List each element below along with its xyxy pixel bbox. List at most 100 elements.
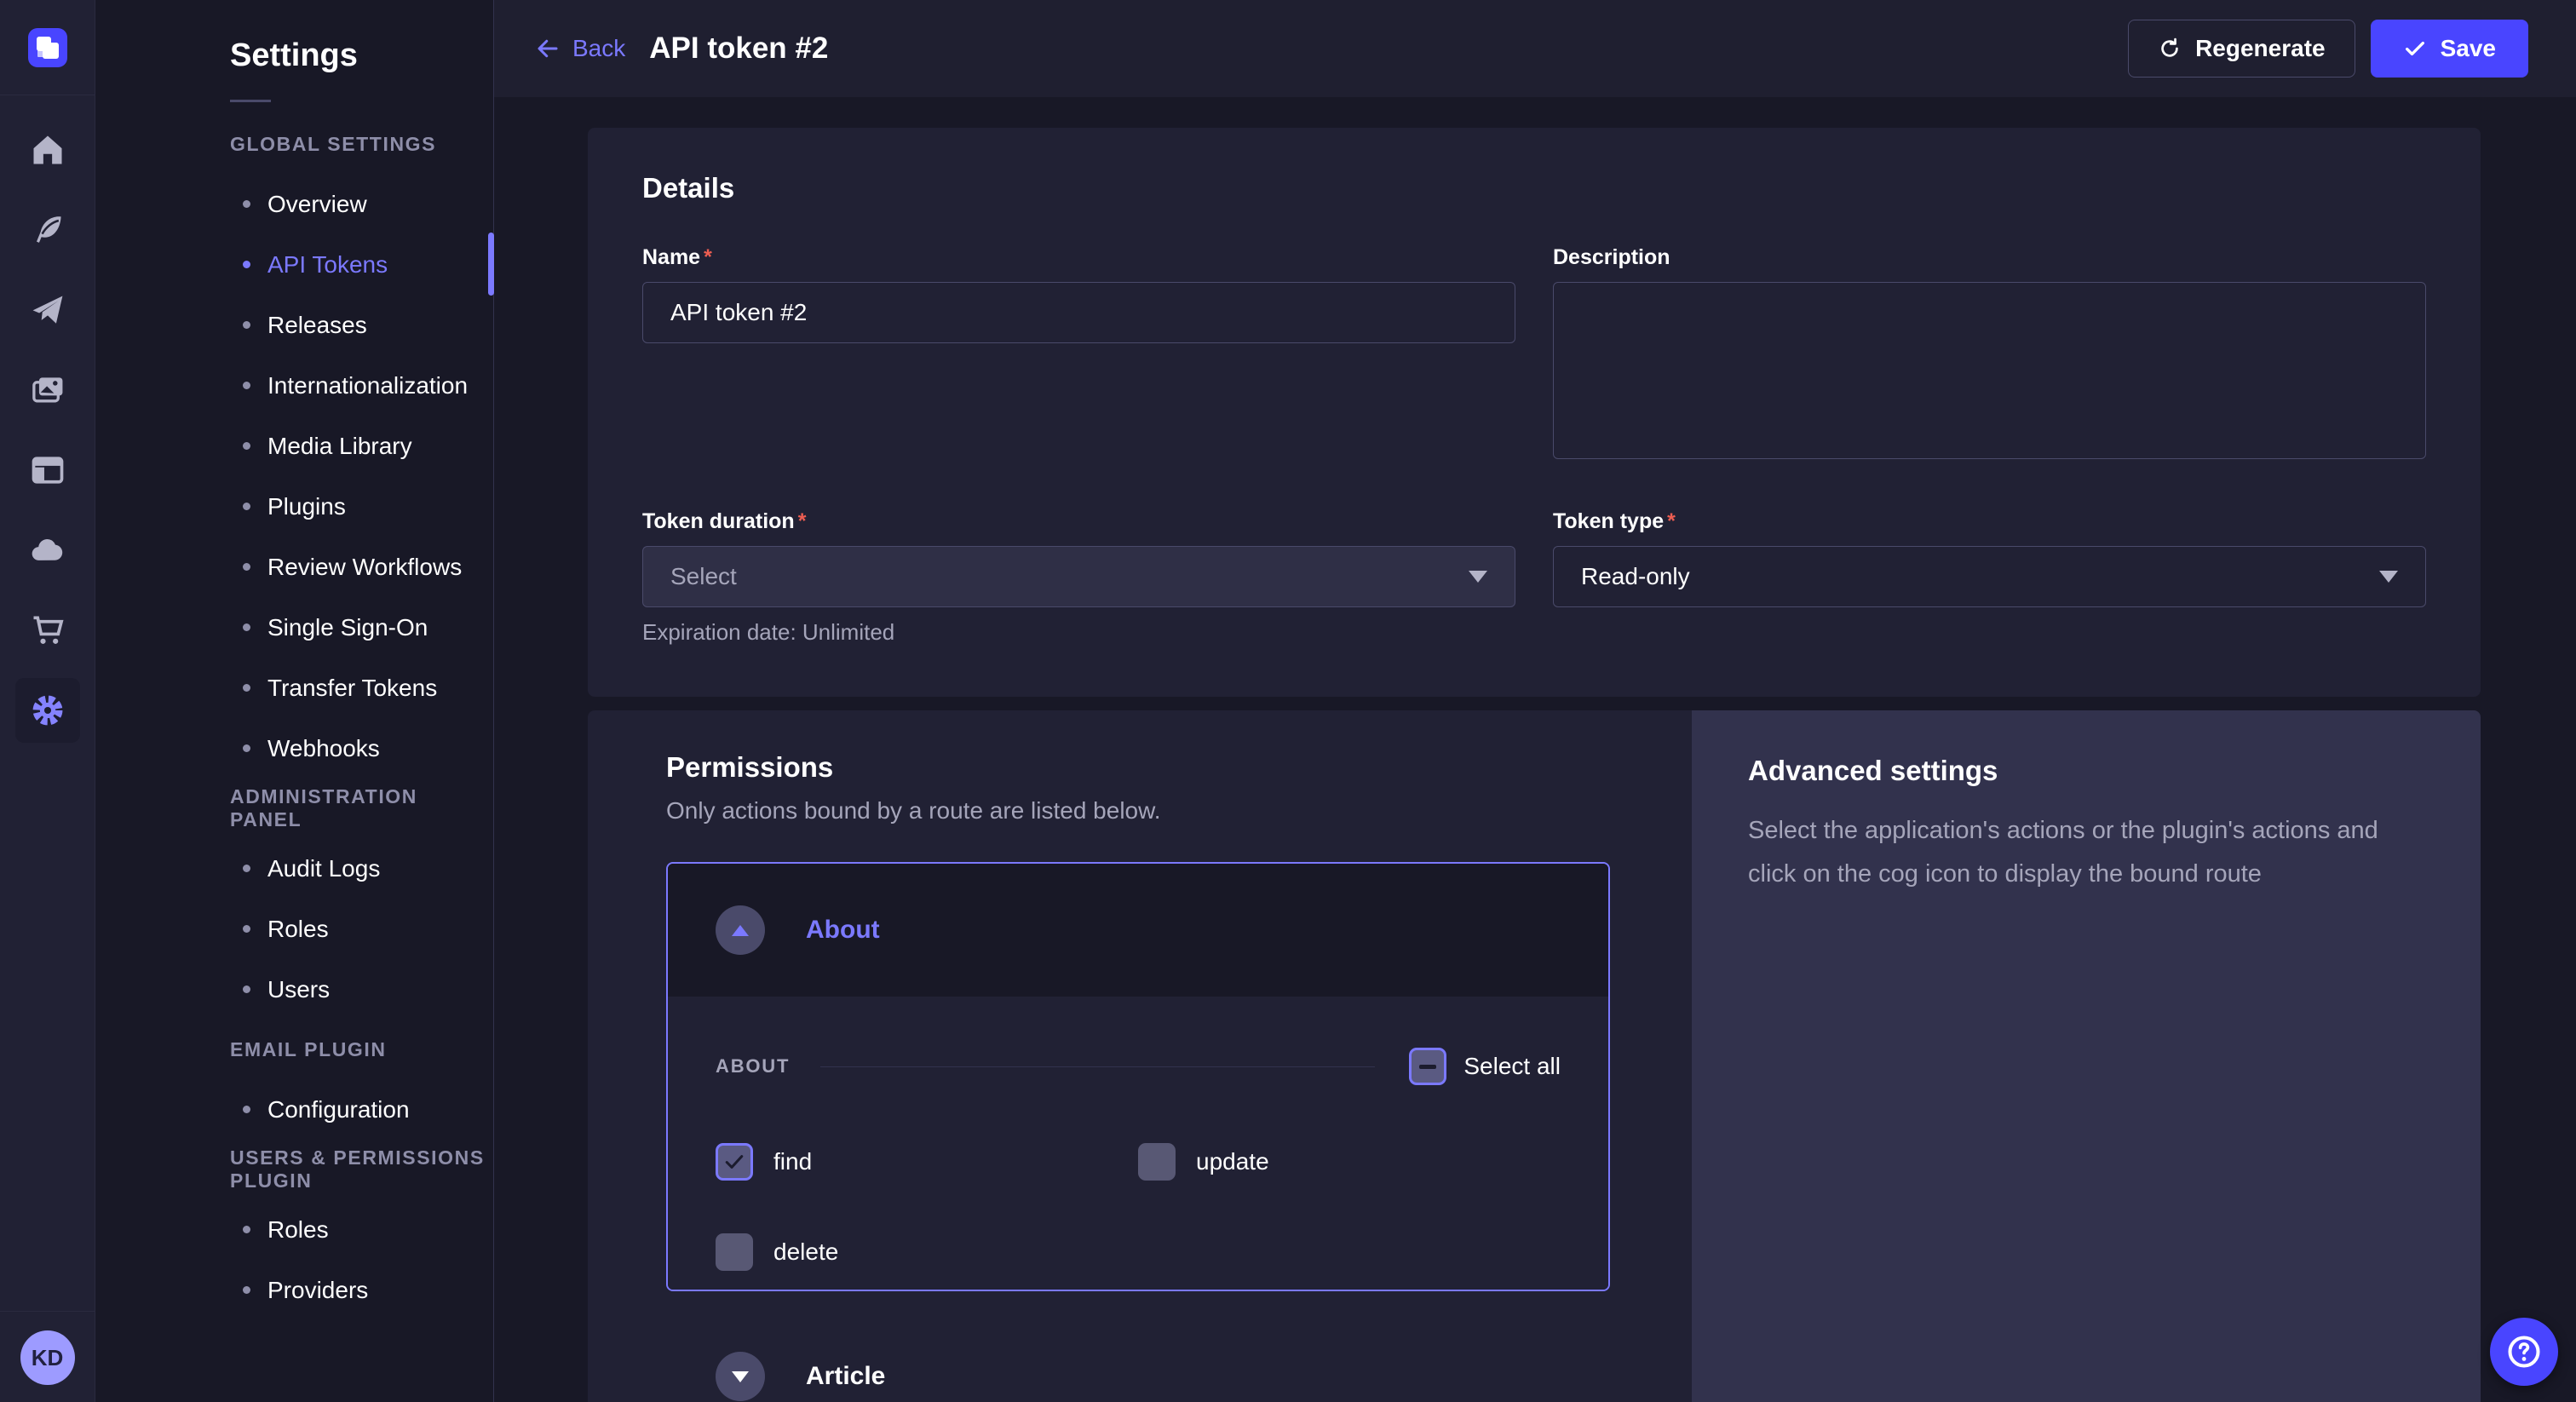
required-asterisk: *	[798, 509, 807, 534]
find-checkbox[interactable]	[716, 1143, 753, 1181]
cloud-icon[interactable]	[27, 530, 68, 571]
sidebar-item-releases[interactable]: Releases	[95, 295, 493, 355]
delete-checkbox[interactable]	[716, 1233, 753, 1271]
details-heading: Details	[642, 172, 2426, 204]
sidebar-item-review-workflows[interactable]: Review Workflows	[95, 537, 493, 597]
save-button[interactable]: Save	[2371, 20, 2528, 78]
details-card: Details Name* Description	[588, 128, 2481, 697]
settings-gear-icon[interactable]	[15, 678, 80, 743]
bullet-icon	[243, 985, 250, 993]
nav-section-email-plugin: EMAIL PLUGIN Configuration	[95, 1020, 493, 1140]
sidebar-item-overview[interactable]: Overview	[95, 174, 493, 234]
subnav-title: Settings	[95, 37, 493, 74]
bullet-icon	[243, 261, 250, 268]
content-type-builder-layout-icon[interactable]	[27, 450, 68, 491]
main-area: Back API token #2 Regenerate Save Detail…	[494, 0, 2576, 1402]
token-duration-field: Token duration* Select Expiration date: …	[642, 509, 1515, 646]
deploy-paper-plane-icon[interactable]	[27, 290, 68, 330]
update-checkbox[interactable]	[1138, 1143, 1176, 1181]
advanced-settings-description: Select the application's actions or the …	[1748, 809, 2421, 896]
bullet-icon	[243, 321, 250, 329]
sidebar-item-webhooks[interactable]: Webhooks	[95, 718, 493, 779]
bullet-icon	[243, 684, 250, 692]
bullet-icon	[243, 744, 250, 752]
accordion-about-header[interactable]: About	[668, 864, 1608, 997]
sidebar-item-up-roles[interactable]: Roles	[95, 1199, 493, 1260]
description-label: Description	[1553, 245, 2426, 270]
media-library-icon[interactable]	[27, 370, 68, 411]
token-type-field: Token type* Read-only	[1553, 509, 2426, 646]
chevron-down-icon	[1469, 571, 1487, 583]
description-textarea[interactable]	[1553, 282, 2426, 459]
accordion-about-body: ABOUT Select all	[668, 997, 1608, 1290]
select-all-control[interactable]: Select all	[1409, 1048, 1561, 1085]
nav-section-label: USERS & PERMISSIONS PLUGIN	[95, 1140, 493, 1199]
strapi-logo-icon	[28, 28, 67, 67]
help-button[interactable]	[2490, 1318, 2558, 1386]
back-link[interactable]: Back	[535, 35, 625, 62]
sidebar-item-admin-users[interactable]: Users	[95, 959, 493, 1020]
permissions-heading: Permissions	[666, 751, 1610, 784]
bullet-icon	[243, 442, 250, 450]
sidebar-item-media-library[interactable]: Media Library	[95, 416, 493, 476]
advanced-settings-heading: Advanced settings	[1748, 755, 2421, 787]
rail-user-section: KD	[0, 1311, 95, 1402]
check-icon	[2403, 37, 2427, 60]
question-mark-icon	[2505, 1333, 2543, 1370]
name-input[interactable]	[642, 282, 1515, 343]
back-arrow-icon	[535, 36, 561, 61]
expand-toggle-button[interactable]	[716, 1352, 765, 1401]
advanced-settings-panel: Advanced settings Select the application…	[1692, 710, 2481, 1402]
chevron-up-icon	[732, 925, 749, 936]
marketplace-cart-icon[interactable]	[27, 610, 68, 651]
sidebar-item-admin-roles[interactable]: Roles	[95, 899, 493, 959]
name-label: Name*	[642, 245, 1515, 270]
nav-section-label: GLOBAL SETTINGS	[95, 114, 493, 174]
page-title: API token #2	[649, 32, 828, 66]
sidebar-item-email-configuration[interactable]: Configuration	[95, 1079, 493, 1140]
permissions-subtitle: Only actions bound by a route are listed…	[666, 797, 1610, 825]
nav-section-users-permissions-plugin: USERS & PERMISSIONS PLUGIN Roles Provide…	[95, 1140, 493, 1320]
accordion-article-header[interactable]: Article	[666, 1336, 1610, 1402]
accordion-about: About ABOUT Select all	[666, 862, 1610, 1291]
permission-actions-grid: find update delete	[716, 1143, 1561, 1271]
chevron-down-icon	[732, 1371, 749, 1382]
indeterminate-dash-icon	[1419, 1065, 1436, 1069]
subnav-divider	[230, 100, 271, 102]
home-icon[interactable]	[27, 129, 68, 170]
bullet-icon	[243, 382, 250, 389]
workspace-logo-button[interactable]	[0, 0, 95, 95]
bullet-icon	[243, 563, 250, 571]
required-asterisk: *	[704, 245, 712, 270]
permissions-card: Permissions Only actions bound by a rout…	[588, 710, 2481, 1402]
refresh-icon	[2158, 37, 2182, 60]
about-section-header: ABOUT Select all	[716, 1048, 1561, 1085]
token-type-select[interactable]: Read-only	[1553, 546, 2426, 607]
sidebar-item-api-tokens[interactable]: API Tokens	[95, 234, 493, 295]
permission-action-delete[interactable]: delete	[716, 1233, 1138, 1271]
sidebar-item-transfer-tokens[interactable]: Transfer Tokens	[95, 658, 493, 718]
sidebar-item-single-sign-on[interactable]: Single Sign-On	[95, 597, 493, 658]
sidebar-item-audit-logs[interactable]: Audit Logs	[95, 838, 493, 899]
collapse-toggle-button[interactable]	[716, 905, 765, 955]
permission-action-update[interactable]: update	[1138, 1143, 1561, 1181]
bullet-icon	[243, 503, 250, 510]
content-manager-feather-icon[interactable]	[27, 210, 68, 250]
description-field: Description	[1553, 245, 2426, 463]
permission-action-find[interactable]: find	[716, 1143, 1138, 1181]
sidebar-item-up-providers[interactable]: Providers	[95, 1260, 493, 1320]
nav-section-administration-panel: ADMINISTRATION PANEL Audit Logs Roles Us…	[95, 779, 493, 1020]
active-item-indicator	[488, 233, 494, 296]
sidebar-item-internationalization[interactable]: Internationalization	[95, 355, 493, 416]
bullet-icon	[243, 200, 250, 208]
rail-icon-list	[15, 95, 80, 1311]
token-duration-select[interactable]: Select	[642, 546, 1515, 607]
page-content: Details Name* Description	[494, 97, 2576, 1402]
strapi-admin-app: KD Settings GLOBAL SETTINGS Overview API…	[0, 0, 2576, 1402]
select-all-checkbox[interactable]	[1409, 1048, 1446, 1085]
sidebar-item-plugins[interactable]: Plugins	[95, 476, 493, 537]
nav-section-label: ADMINISTRATION PANEL	[95, 779, 493, 838]
bullet-icon	[243, 1226, 250, 1233]
regenerate-button[interactable]: Regenerate	[2128, 20, 2355, 78]
user-avatar[interactable]: KD	[20, 1330, 75, 1385]
